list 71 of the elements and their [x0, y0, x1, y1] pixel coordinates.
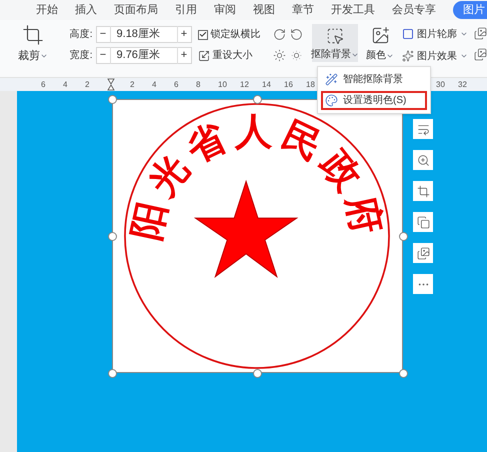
resize-handle[interactable]	[108, 369, 117, 378]
ruler-number: 2	[85, 79, 90, 91]
remove-background-button[interactable]: 抠除背景	[312, 24, 358, 62]
ruler-number: 6	[41, 79, 46, 91]
caret-icon	[460, 30, 468, 38]
dimension-field[interactable]: − 9.76厘米 +	[96, 47, 192, 64]
resize-handle[interactable]	[108, 95, 117, 104]
menu-item[interactable]: 智能抠除背景	[321, 70, 427, 89]
ruler-number: 12	[240, 79, 249, 91]
resize-icon	[198, 50, 210, 62]
effects-icon	[402, 50, 414, 62]
copy-icon	[416, 216, 430, 228]
ruler-number: 16	[284, 79, 293, 91]
ribbon-tab[interactable]: 开发工具	[331, 2, 375, 18]
dimension-field[interactable]: − 9.18厘米 +	[96, 26, 192, 43]
wrap-text-icon	[416, 122, 430, 136]
side-tool-button[interactable]	[413, 243, 433, 263]
side-tool-button[interactable]	[413, 119, 433, 139]
ribbon-tab[interactable]: 章节	[292, 2, 314, 18]
resize-handle[interactable]	[399, 232, 408, 241]
crop-icon	[22, 24, 44, 46]
checkmark-icon	[198, 30, 207, 39]
resize-handle[interactable]	[108, 232, 117, 241]
ruler-number: 2	[130, 79, 134, 91]
ruler-number: 8	[196, 79, 200, 91]
ruler-number: 10	[218, 79, 227, 91]
dimension-label: 宽度:	[70, 48, 93, 63]
indent-marker-icon[interactable]	[107, 78, 115, 91]
ribbon-tab[interactable]: 页面布局	[114, 2, 158, 18]
crop-icon	[416, 184, 430, 198]
resize-handle[interactable]	[253, 369, 262, 378]
ruler-number: 4	[152, 79, 156, 91]
contrast-down-icon[interactable]	[290, 28, 304, 41]
brightness-up-icon[interactable]	[272, 49, 286, 62]
ruler-number: 32	[458, 79, 467, 91]
remove-background-icon	[326, 27, 344, 45]
ruler-number: 6	[174, 79, 178, 91]
picture-effects-button[interactable]: 图片效果	[402, 48, 468, 64]
caret-icon	[460, 52, 468, 60]
contrast-up-icon[interactable]	[272, 28, 286, 41]
picture-icon[interactable]	[474, 27, 487, 40]
side-tool-button[interactable]	[413, 212, 433, 232]
ruler-number: 30	[436, 79, 445, 91]
color-button[interactable]: 颜色	[366, 24, 394, 63]
side-tool-button[interactable]	[413, 150, 433, 170]
crop-button[interactable]: 裁剪	[16, 24, 50, 64]
ribbon-tab[interactable]: 开始	[36, 2, 58, 18]
ribbon-tab[interactable]: 审阅	[214, 2, 236, 18]
zoom-in-icon	[416, 154, 430, 166]
picture-icon	[416, 246, 430, 260]
ribbon-tab[interactable]: 会员专享	[392, 2, 436, 18]
palette-icon	[325, 94, 338, 107]
ribbon-tab[interactable]: 图片	[453, 1, 487, 19]
outline-icon	[402, 28, 414, 40]
ribbon-tab[interactable]: 插入	[75, 2, 97, 18]
resize-handle[interactable]	[399, 369, 408, 378]
picture-icon[interactable]	[474, 48, 487, 61]
ribbon-tab[interactable]: 视图	[253, 2, 275, 18]
ruler-number: 4	[63, 79, 68, 91]
ruler-number: 14	[262, 79, 271, 91]
picture-outline-button[interactable]: 图片轮廓	[402, 26, 468, 42]
dimension-label: 高度:	[70, 28, 93, 42]
menu-item[interactable]: 设置透明色(S)	[321, 91, 427, 110]
side-tool-button[interactable]	[413, 181, 433, 201]
resize-handle[interactable]	[253, 95, 262, 104]
picture-edit-icon	[370, 26, 390, 45]
ribbon-tab[interactable]: 引用	[175, 2, 197, 18]
lock-ratio-checkbox[interactable]: 锁定纵横比	[198, 26, 261, 43]
reset-size-button[interactable]: 重设大小	[198, 47, 261, 64]
ruler-number: 18	[306, 79, 315, 91]
wand-icon	[325, 73, 338, 86]
